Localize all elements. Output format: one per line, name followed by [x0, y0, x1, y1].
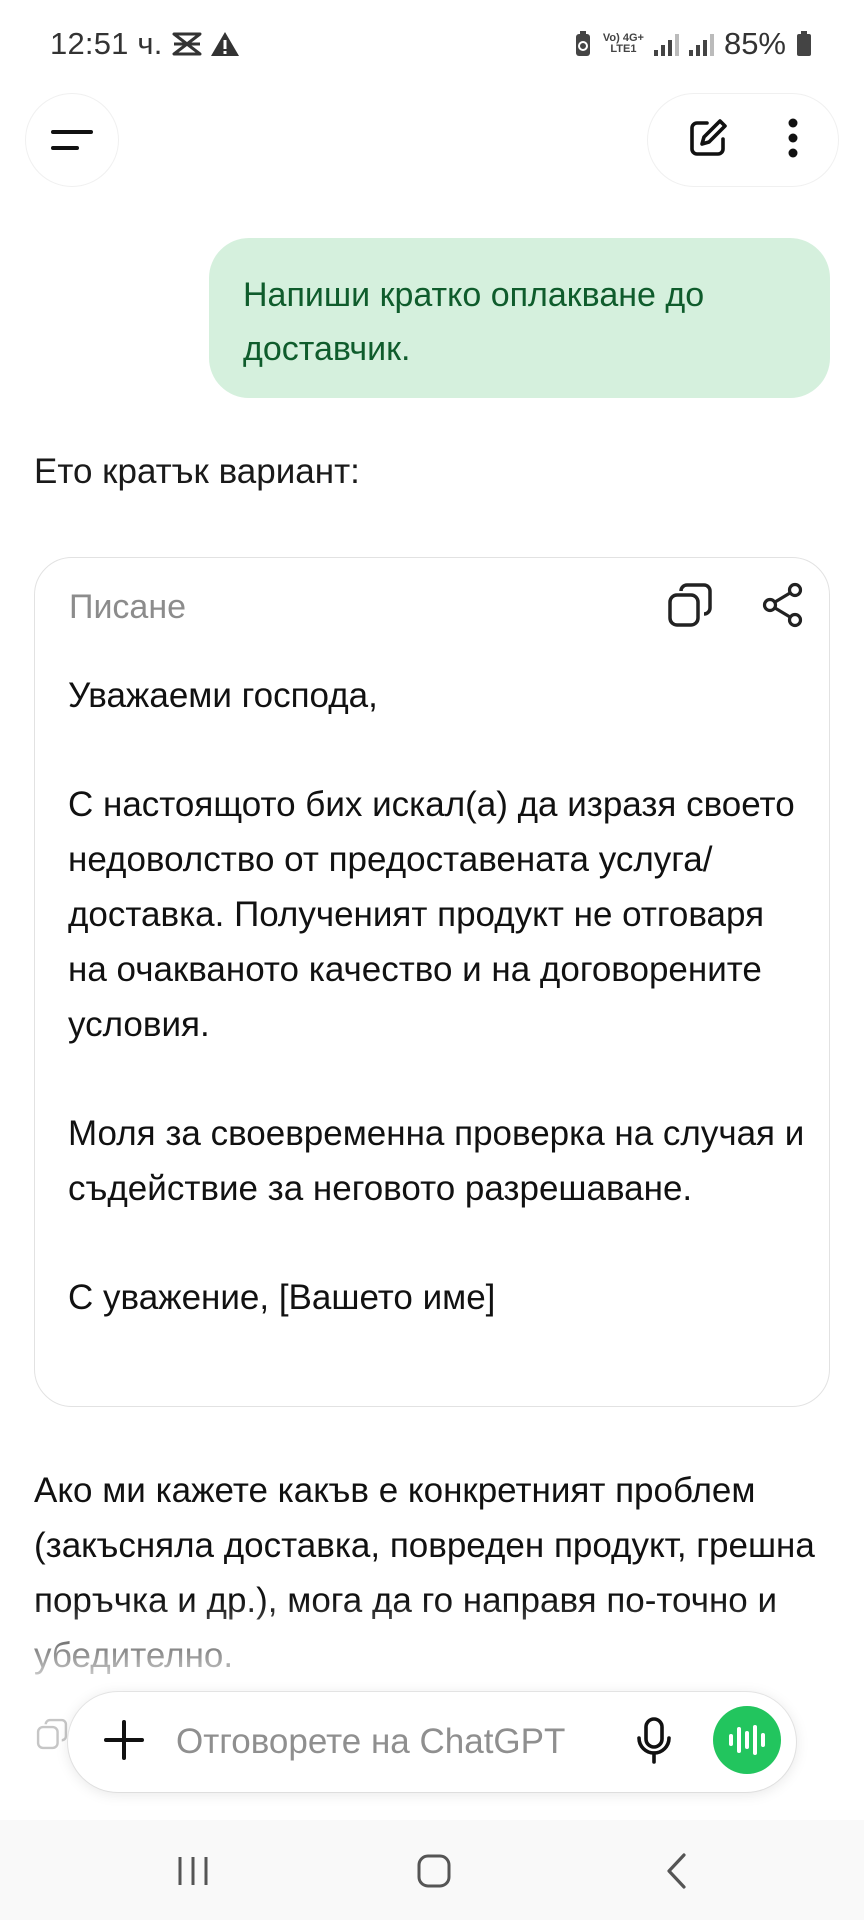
recent-apps-button[interactable]: [153, 1848, 233, 1894]
dictate-button[interactable]: [634, 1716, 674, 1771]
network-label: Vo) 4G+ LTE1: [602, 32, 644, 55]
system-nav-bar: [0, 1820, 864, 1920]
warning-icon: [211, 32, 239, 56]
share-icon: [762, 582, 803, 628]
copy-button[interactable]: [667, 582, 713, 633]
new-chat-icon: [690, 118, 727, 156]
card-paragraph: С настоящото бих искал(а) да изразя свое…: [68, 785, 795, 1044]
media-notification-icon: [172, 32, 202, 56]
message-copy-button[interactable]: [36, 1718, 68, 1755]
card-paragraph: Уважаеми господа,: [68, 676, 378, 715]
signal-icon-2: [688, 32, 714, 56]
voice-wave-icon: [729, 1725, 765, 1755]
writing-card: Писане Уважаеми господа, С настоящото би…: [34, 557, 830, 1407]
recent-apps-icon: [178, 1857, 208, 1885]
composer: Отговорете на ChatGPT: [68, 1692, 796, 1792]
writing-card-title: Писане: [69, 588, 187, 626]
copy-icon: [668, 583, 712, 627]
assistant-intro-text: Ето кратък вариант:: [34, 452, 360, 491]
card-paragraph: С уважение, [Вашето име]: [68, 1278, 496, 1317]
copy-icon: [36, 1718, 68, 1750]
battery-saver-icon: [575, 31, 590, 56]
battery-percent: 85%: [723, 26, 786, 61]
status-right: Vo) 4G+ LTE1 85%: [573, 26, 812, 62]
new-chat-button[interactable]: [687, 117, 729, 164]
mic-icon: [637, 1717, 671, 1764]
attach-button[interactable]: [102, 1718, 146, 1767]
card-paragraph: Моля за своевременна проверка на случая …: [68, 1114, 805, 1208]
more-options-button[interactable]: [787, 118, 799, 163]
back-icon: [667, 1853, 686, 1889]
signal-icon-1: [653, 32, 679, 56]
more-vertical-icon: [788, 118, 798, 157]
share-button[interactable]: [761, 582, 805, 633]
user-message-bubble: Напиши кратко оплакване до доставчик.: [209, 238, 830, 398]
status-time: 12:51 ч.: [50, 26, 163, 61]
voice-mode-button[interactable]: [713, 1706, 781, 1774]
back-button[interactable]: [636, 1848, 716, 1894]
message-input[interactable]: Отговорете на ChatGPT: [176, 1722, 565, 1762]
menu-icon: [51, 130, 93, 150]
home-icon: [417, 1854, 451, 1888]
plus-icon: [104, 1720, 144, 1760]
menu-button[interactable]: [26, 94, 118, 186]
writing-card-body: Уважаеми господа, С настоящото бих искал…: [68, 668, 808, 1325]
home-button[interactable]: [394, 1848, 474, 1894]
battery-icon: [797, 31, 811, 56]
top-actions: [648, 94, 838, 186]
